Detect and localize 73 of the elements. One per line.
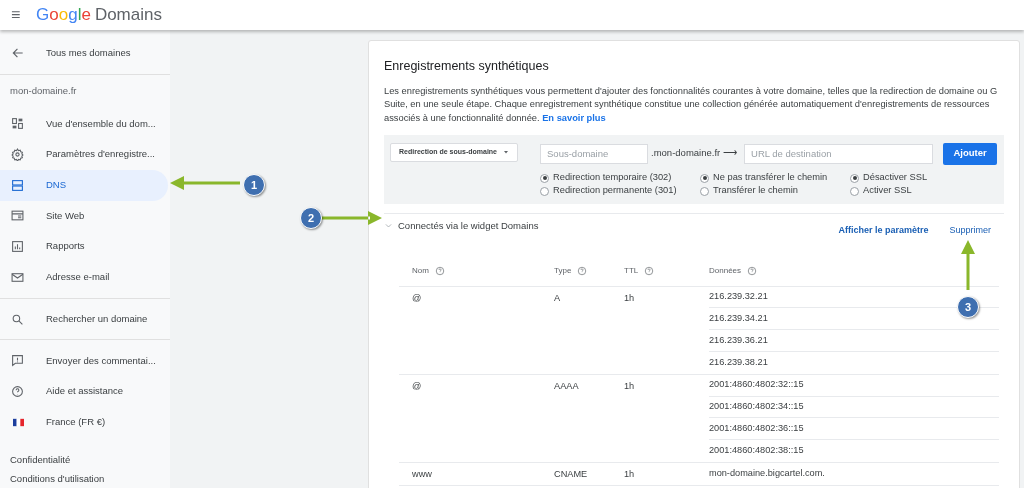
table-cell: 216.239.32.21: [709, 290, 768, 304]
column-header: Données: [709, 264, 742, 277]
sidebar-item[interactable]: Adresse e-mail: [0, 261, 168, 293]
table-cell-text: 2001:4860:4802:36::15: [709, 421, 804, 435]
sidebar-item[interactable]: Paramètres d'enregistre...: [0, 139, 168, 170]
radio-option[interactable]: Transférer le chemin: [700, 184, 851, 198]
section-toggle[interactable]: Connectés via le widget Domains: [384, 218, 539, 233]
column-header: TTL: [624, 264, 639, 277]
learn-more-link[interactable]: En savoir plus: [542, 112, 606, 123]
column-header: Type: [554, 264, 572, 277]
table-cell: 2001:4860:4802:38::15: [709, 444, 804, 458]
dashboard-icon: [11, 117, 24, 131]
settings-icon: [11, 147, 24, 161]
footer-link[interactable]: Conditions d'utilisation: [0, 469, 170, 488]
table-cell: 1h: [624, 292, 635, 303]
add-button[interactable]: Ajouter: [943, 142, 998, 165]
dns-icon: [11, 178, 24, 192]
help-icon: [747, 265, 758, 276]
menu-icon[interactable]: ≡: [11, 7, 25, 23]
help-icon: [434, 265, 445, 276]
flag-icon: [11, 416, 26, 428]
sidebar-item[interactable]: Aide et assistance: [0, 376, 168, 407]
sidebar-item[interactable]: France (FR €): [0, 406, 168, 438]
mail-icon: [11, 270, 24, 284]
chart-icon: [11, 240, 24, 254]
table-cell-text: 216.239.34.21: [709, 311, 768, 325]
domain-name: mon-domaine.fr: [9, 84, 78, 99]
sidebar-item[interactable]: Vue d'ensemble du dom...: [0, 108, 168, 140]
description-text: Les enregistrements synthétiques vous permettent d'ajouter des fonctionnalités courantes à votre domaine, telles que la redirection de domaine ou G Suite, en une seule étape. Chaque enregistrement synthétique constitue une collection générée automatiquement d'enregistrements de ressources associés à une fonctionnalité donnée. En savoir plus: [384, 84, 999, 125]
card-title: Enregistrements synthétiques: [384, 58, 550, 75]
column-header: Nom: [412, 264, 429, 277]
sidebar-item[interactable]: Rechercher un domaine: [0, 303, 168, 335]
table-cell: 1h: [624, 468, 635, 479]
radio-option[interactable]: Redirection permanente (301): [540, 184, 701, 198]
table-cell-text: 216.239.36.21: [709, 333, 768, 347]
table-cell: @: [412, 380, 422, 391]
table-cell: 2001:4860:4802:32::15: [709, 378, 804, 392]
sidebar-item[interactable]: Rapports: [0, 231, 168, 262]
feedback-icon: [11, 354, 24, 368]
arrow: [170, 176, 240, 190]
table-cell: CNAME: [554, 468, 588, 479]
callout-badge: 1: [243, 174, 265, 196]
sidebar-item[interactable]: Envoyer des commentai...: [0, 345, 168, 377]
radio-option[interactable]: Désactiver SSL: [850, 171, 951, 185]
table-cell: 1h: [624, 380, 635, 391]
domain-suffix: .mon-domaine.fr ⟶: [650, 146, 738, 161]
show-settings-link[interactable]: Afficher le paramètre: [838, 223, 929, 238]
table-cell-text: 2001:4860:4802:34::15: [709, 400, 804, 413]
table-cell-text: mon-domaine.bigcartel.com.: [709, 466, 825, 480]
table-cell-text: 216.239.38.21: [709, 355, 768, 369]
callout-badge: 2: [300, 207, 322, 229]
web-icon: [11, 209, 24, 223]
table-cell: A: [554, 292, 561, 303]
help-icon: [644, 265, 655, 276]
help-icon: [577, 265, 588, 276]
table-cell: www: [412, 468, 432, 479]
footer-link[interactable]: Confidentialité: [0, 450, 170, 470]
sidebar-item[interactable]: DNS: [0, 169, 168, 201]
delete-link[interactable]: Supprimer: [949, 223, 991, 238]
radio-option[interactable]: Ne pas transférer le chemin: [700, 171, 851, 185]
search-icon: [11, 312, 24, 326]
url-field[interactable]: URL de destination: [744, 143, 934, 164]
logo: Google Domains: [36, 4, 162, 27]
radio-option[interactable]: Redirection temporaire (302): [540, 171, 701, 185]
arrow: [961, 240, 975, 290]
sidebar-item[interactable]: Site Web: [0, 200, 168, 232]
radio-option[interactable]: Activer SSL: [850, 184, 951, 198]
table-cell: AAAA: [554, 380, 579, 391]
table-cell: @: [412, 292, 422, 303]
caret-icon: [503, 149, 510, 156]
sidebar-item[interactable]: Tous mes domaines: [0, 37, 168, 69]
help-icon: [11, 384, 24, 398]
subdomain-field[interactable]: Sous-domaine: [540, 143, 649, 164]
